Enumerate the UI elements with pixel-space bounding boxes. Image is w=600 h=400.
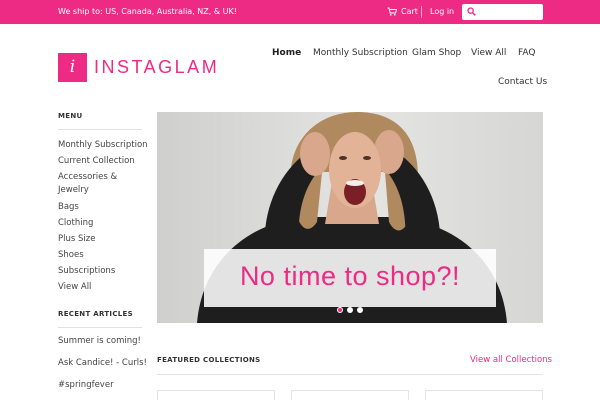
- sidebar-item-monthly-subscription[interactable]: Monthly Subscription: [58, 139, 148, 152]
- sidebar-item-bags[interactable]: Bags: [58, 201, 148, 214]
- slide-dot-1[interactable]: [337, 307, 343, 313]
- slide-dot-3[interactable]: [357, 307, 363, 313]
- shipping-notice: We ship to: US, Canada, Australia, NZ, &…: [58, 7, 237, 16]
- hero-caption: No time to shop?!: [239, 261, 461, 291]
- nav-glam-shop[interactable]: Glam Shop: [412, 48, 461, 58]
- nav-contact-us[interactable]: Contact Us: [498, 77, 547, 87]
- sidebar-item-view-all[interactable]: View All: [58, 281, 148, 294]
- sidebar-item-clothing[interactable]: Clothing: [58, 217, 148, 230]
- cart-label: Cart: [401, 7, 418, 16]
- collection-card[interactable]: [157, 390, 275, 400]
- topbar-divider: [421, 6, 422, 18]
- search-icon[interactable]: [467, 7, 476, 16]
- nav-monthly-subscription[interactable]: Monthly Subscription: [313, 48, 408, 58]
- logo-mark-icon: i: [58, 53, 87, 82]
- logo-wordmark: INSTAGLAM: [94, 57, 220, 77]
- article-link[interactable]: Ask Candice! - Curls!: [58, 357, 148, 370]
- sidebar-item-plus-size[interactable]: Plus Size: [58, 233, 148, 246]
- slide-dot-2[interactable]: [347, 307, 353, 313]
- search-box[interactable]: [462, 4, 543, 20]
- hero-slideshow[interactable]: No time to shop?!: [157, 112, 543, 323]
- featured-divider: [157, 374, 543, 375]
- recent-articles-heading: RECENT ARTICLES: [58, 310, 133, 318]
- sidebar-item-current-collection[interactable]: Current Collection: [58, 155, 148, 168]
- collection-card[interactable]: [425, 390, 543, 400]
- view-all-collections-link[interactable]: View all Collections: [470, 355, 552, 365]
- cart-link[interactable]: Cart: [387, 7, 418, 16]
- article-link[interactable]: #springfever: [58, 379, 148, 392]
- nav-home[interactable]: Home: [272, 48, 301, 58]
- hero-caption-box: No time to shop?!: [204, 249, 496, 307]
- cart-icon: [387, 7, 397, 16]
- sidebar-divider: [58, 129, 142, 130]
- featured-collections-heading: FEATURED COLLECTIONS: [157, 356, 261, 364]
- sidebar-item-subscriptions[interactable]: Subscriptions: [58, 265, 148, 278]
- nav-view-all[interactable]: View All: [471, 48, 506, 58]
- sidebar-item-accessories-jewelry[interactable]: Accessories & Jewelry: [58, 171, 120, 197]
- login-link[interactable]: Log in: [430, 7, 454, 16]
- top-announcement-bar: We ship to: US, Canada, Australia, NZ, &…: [0, 0, 600, 24]
- search-input[interactable]: [479, 5, 539, 19]
- collection-card[interactable]: [291, 390, 409, 400]
- site-logo[interactable]: i INSTAGLAM: [58, 53, 219, 82]
- sidebar-divider: [58, 327, 142, 328]
- article-link[interactable]: Summer is coming!: [58, 335, 148, 348]
- sidebar-item-shoes[interactable]: Shoes: [58, 249, 148, 262]
- sidebar-menu-heading: MENU: [58, 112, 83, 120]
- nav-faq[interactable]: FAQ: [518, 48, 535, 58]
